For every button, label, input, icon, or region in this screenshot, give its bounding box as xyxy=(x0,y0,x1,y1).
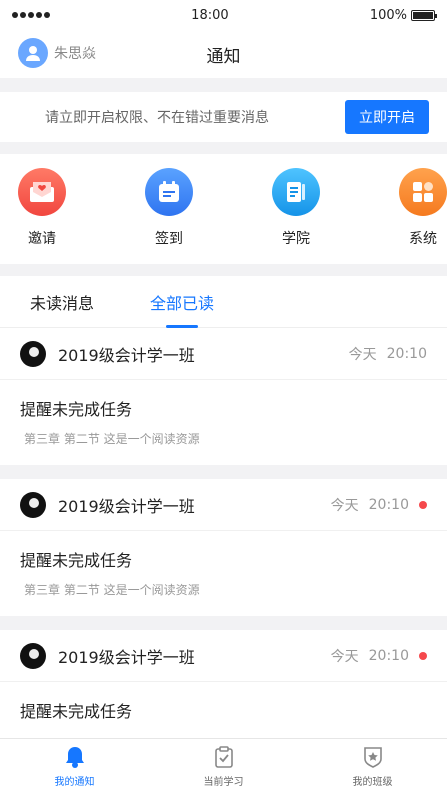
enable-permission-button[interactable]: 立即开启 xyxy=(345,100,429,134)
quick-link-label: 学院 xyxy=(282,231,310,247)
unread-dot xyxy=(419,500,427,509)
message-title: 提醒未完成任务 xyxy=(20,400,133,419)
tabbar-label: 我的班级 xyxy=(352,777,393,788)
quick-link-label: 签到 xyxy=(155,231,183,247)
status-time: 18:00 xyxy=(191,7,229,23)
message-day: 今天 xyxy=(348,346,377,363)
message-card[interactable]: 2019级会计学一班 今天 20:10 提醒未完成任务 第三章 第二节 这是一个… xyxy=(0,479,447,616)
message-body: 提醒未完成任务 xyxy=(0,682,447,740)
user-profile[interactable]: 朱思焱 xyxy=(18,38,96,68)
quick-link-academy[interactable]: 学院 xyxy=(272,168,320,264)
message-body: 提醒未完成任务 第三章 第二节 这是一个阅读资源 xyxy=(0,531,447,616)
message-time: 今天 20:10 xyxy=(349,344,427,364)
message-header: 2019级会计学一班 今天 20:10 xyxy=(0,630,447,682)
message-day: 今天 xyxy=(330,648,359,665)
message-clock: 20:10 xyxy=(368,647,409,664)
message-day: 今天 xyxy=(330,497,359,514)
group-name: 2019级会计学一班 xyxy=(58,647,195,667)
message-header: 2019级会计学一班 今天 20:10 xyxy=(0,328,447,380)
quick-link-checkin[interactable]: 签到 xyxy=(145,168,193,264)
quick-link-invite[interactable]: 邀请 xyxy=(18,168,66,264)
message-desc: 第三章 第二节 这是一个阅读资源 xyxy=(24,583,200,597)
tabbar-item-my-class[interactable]: 我的班级 xyxy=(298,739,447,794)
quick-links: 邀请 签到 学院 系统 xyxy=(0,154,447,264)
message-card[interactable]: 2019级会计学一班 今天 20:10 提醒未完成任务 第三章 第二节 这是一个… xyxy=(0,328,447,465)
message-time: 今天 20:10 xyxy=(331,646,409,666)
battery-icon xyxy=(410,9,437,21)
group-name: 2019级会计学一班 xyxy=(58,496,195,516)
bell-icon xyxy=(65,747,84,768)
mark-all-read-tab[interactable]: 全部已读 xyxy=(150,276,214,328)
clipboard-check-icon xyxy=(214,746,233,768)
quick-link-label: 系统 xyxy=(409,231,437,247)
message-desc: 第三章 第二节 这是一个阅读资源 xyxy=(24,432,200,446)
message-body: 提醒未完成任务 第三章 第二节 这是一个阅读资源 xyxy=(0,380,447,465)
unread-dot xyxy=(419,651,427,660)
message-clock: 20:10 xyxy=(386,345,427,362)
avatar xyxy=(18,38,48,68)
quick-link-system[interactable]: 系统 xyxy=(399,168,447,264)
permission-banner: 请立即开启权限、不在错过重要消息 立即开启 xyxy=(0,92,447,142)
message-clock: 20:10 xyxy=(368,496,409,513)
message-tabs: 未读消息 全部已读 xyxy=(0,276,447,328)
message-title: 提醒未完成任务 xyxy=(20,551,133,570)
group-avatar xyxy=(20,491,46,518)
shield-star-icon xyxy=(363,747,382,768)
user-icon xyxy=(26,46,40,61)
tab-unread[interactable]: 未读消息 xyxy=(30,276,94,328)
calendar-icon xyxy=(145,168,193,216)
message-header: 2019级会计学一班 今天 20:10 xyxy=(0,479,447,531)
permission-text: 请立即开启权限、不在错过重要消息 xyxy=(45,110,269,126)
bottom-tab-bar: 我的通知 当前学习 我的班级 xyxy=(0,738,447,794)
group-avatar xyxy=(20,642,46,669)
battery-status: 100% xyxy=(369,7,437,23)
tabbar-item-current-study[interactable]: 当前学习 xyxy=(149,739,298,794)
status-bar: 18:00 100% xyxy=(0,0,447,30)
signal-icon xyxy=(12,12,50,18)
tabbar-label: 我的通知 xyxy=(54,777,95,788)
grid-icon xyxy=(399,168,447,216)
battery-percent: 100% xyxy=(369,7,407,23)
tabbar-item-notifications[interactable]: 我的通知 xyxy=(0,739,149,794)
quick-link-label: 邀请 xyxy=(28,231,56,247)
message-card[interactable]: 2019级会计学一班 今天 20:10 提醒未完成任务 xyxy=(0,630,447,740)
nav-bar: 朱思焱 通知 xyxy=(0,30,447,78)
group-avatar xyxy=(20,340,46,367)
message-time: 今天 20:10 xyxy=(331,495,409,515)
tabbar-label: 当前学习 xyxy=(203,777,244,788)
book-icon xyxy=(272,168,320,216)
user-name: 朱思焱 xyxy=(54,46,96,62)
message-title: 提醒未完成任务 xyxy=(20,702,133,721)
group-name: 2019级会计学一班 xyxy=(58,345,195,365)
envelope-icon xyxy=(18,168,66,216)
page-title: 通知 xyxy=(206,46,241,67)
